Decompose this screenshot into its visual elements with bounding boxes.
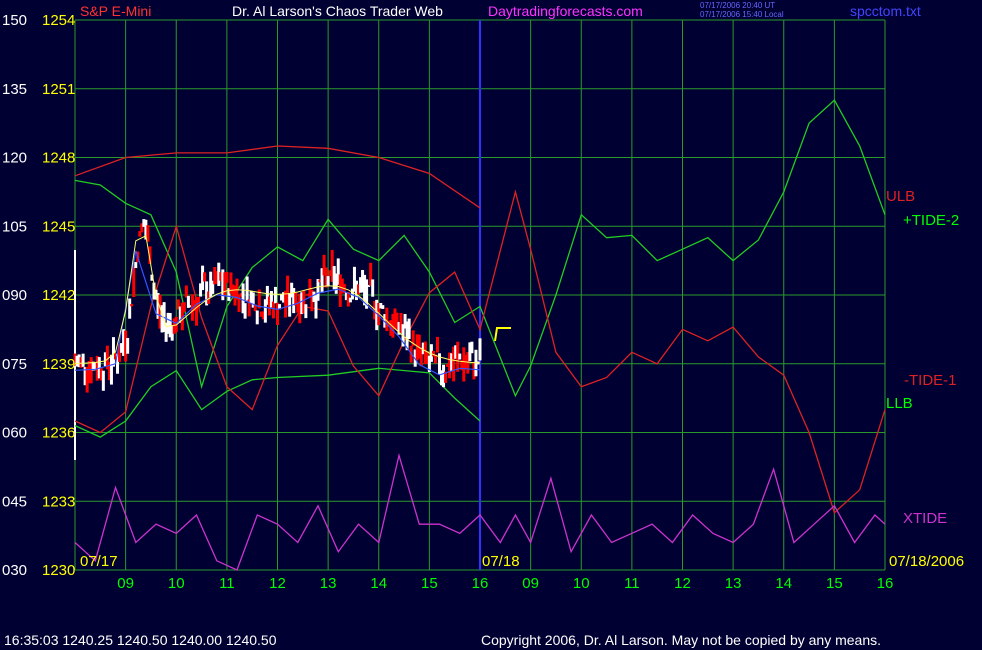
time-axis-label: 15 (421, 575, 438, 592)
price-bar (243, 303, 247, 319)
label-xtide: XTIDE (903, 510, 947, 527)
time-axis-label: 12 (269, 575, 286, 592)
timestamp-local: 07/17/2006 15:40 Local (700, 10, 784, 19)
time-axis-label: 16 (877, 575, 894, 592)
left-axis-label: 105 (2, 218, 27, 235)
time-axis-label: 13 (320, 575, 337, 592)
price-bar (371, 279, 375, 297)
left-axis-label: 120 (2, 150, 27, 167)
price-axis-label: 1248 (42, 150, 75, 167)
time-axis-label: 09 (117, 575, 134, 592)
time-axis-label: 10 (168, 575, 185, 592)
time-axis-label: 16 (472, 575, 489, 592)
price-bar (255, 310, 259, 325)
time-axis-label: 09 (522, 575, 539, 592)
price-bar (478, 338, 482, 361)
price-bar (458, 353, 462, 360)
price-bar (381, 305, 385, 309)
left-axis-label: 075 (2, 356, 27, 373)
label-llb: LLB (886, 395, 913, 412)
price-bar (304, 304, 308, 319)
time-axis-label: 11 (624, 575, 640, 592)
label-tide-plus: +TIDE-2 (903, 212, 959, 229)
label-tide-minus: -TIDE-1 (904, 372, 957, 389)
label-ulb: ULB (886, 188, 915, 205)
left-axis-label: 045 (2, 493, 27, 510)
price-bar (203, 272, 207, 282)
left-axis-label: 030 (2, 562, 27, 579)
price-bar (245, 276, 249, 301)
time-axis-label: 14 (370, 575, 387, 592)
price-bar (273, 286, 277, 304)
data-filename: spcctom.txt (850, 3, 921, 19)
price-bar (470, 341, 474, 354)
price-axis-label: 1245 (42, 218, 75, 235)
price-axis-label: 1242 (42, 287, 75, 304)
time-axis-label: 12 (674, 575, 691, 592)
price-bar (81, 353, 85, 367)
price-axis-label: 1230 (42, 562, 75, 579)
price-axis-label: 1239 (42, 356, 75, 373)
price-axis-label: 1236 (42, 425, 75, 442)
time-axis-label: 10 (573, 575, 590, 592)
price-bar (126, 337, 130, 354)
date-label-end: 07/18/2006 (889, 553, 964, 570)
price-bar (134, 261, 138, 269)
price-axis-label: 1251 (42, 81, 75, 98)
chart-canvas: 150 135 120 105 090 075 060 045 030 1254 1251 1248 1… (0, 0, 982, 650)
time-axis-label: 15 (826, 575, 843, 592)
price-bar (271, 301, 275, 319)
date-label-mid: 07/18 (482, 553, 520, 570)
timestamp-ut: 07/17/2006 20:40 UT (700, 1, 775, 10)
quote-readout: 16:35:03 1240.25 1240.50 1240.00 1240.50 (4, 632, 277, 648)
price-bar (435, 336, 439, 353)
time-axis-label: 14 (775, 575, 792, 592)
instrument-title: S&P E-Mini (80, 3, 151, 19)
price-bar (111, 337, 115, 367)
price-bar (407, 318, 411, 340)
site-title: Dr. Al Larson's Chaos Trader Web (232, 3, 443, 19)
price-bar (182, 302, 186, 312)
left-axis-label: 135 (2, 81, 27, 98)
price-bar (130, 304, 134, 307)
time-axis-label: 13 (725, 575, 742, 592)
date-label-start: 07/17 (80, 553, 118, 570)
left-axis-label: 090 (2, 287, 27, 304)
price-bar (326, 276, 330, 287)
left-axis-label: 060 (2, 425, 27, 442)
site-url[interactable]: Daytradingforecasts.com (488, 3, 643, 19)
price-axis-label: 1233 (42, 493, 75, 510)
time-axis-label: 11 (219, 575, 235, 592)
price-bar (101, 370, 105, 391)
left-axis-label: 150 (2, 12, 27, 29)
price-bar (184, 285, 188, 298)
price-bar (128, 298, 132, 319)
price-bar (316, 279, 320, 301)
copyright-notice: Copyright 2006, Dr. Al Larson. May not b… (481, 632, 882, 648)
price-bar (225, 271, 229, 283)
price-axis-label: 1254 (42, 12, 75, 29)
